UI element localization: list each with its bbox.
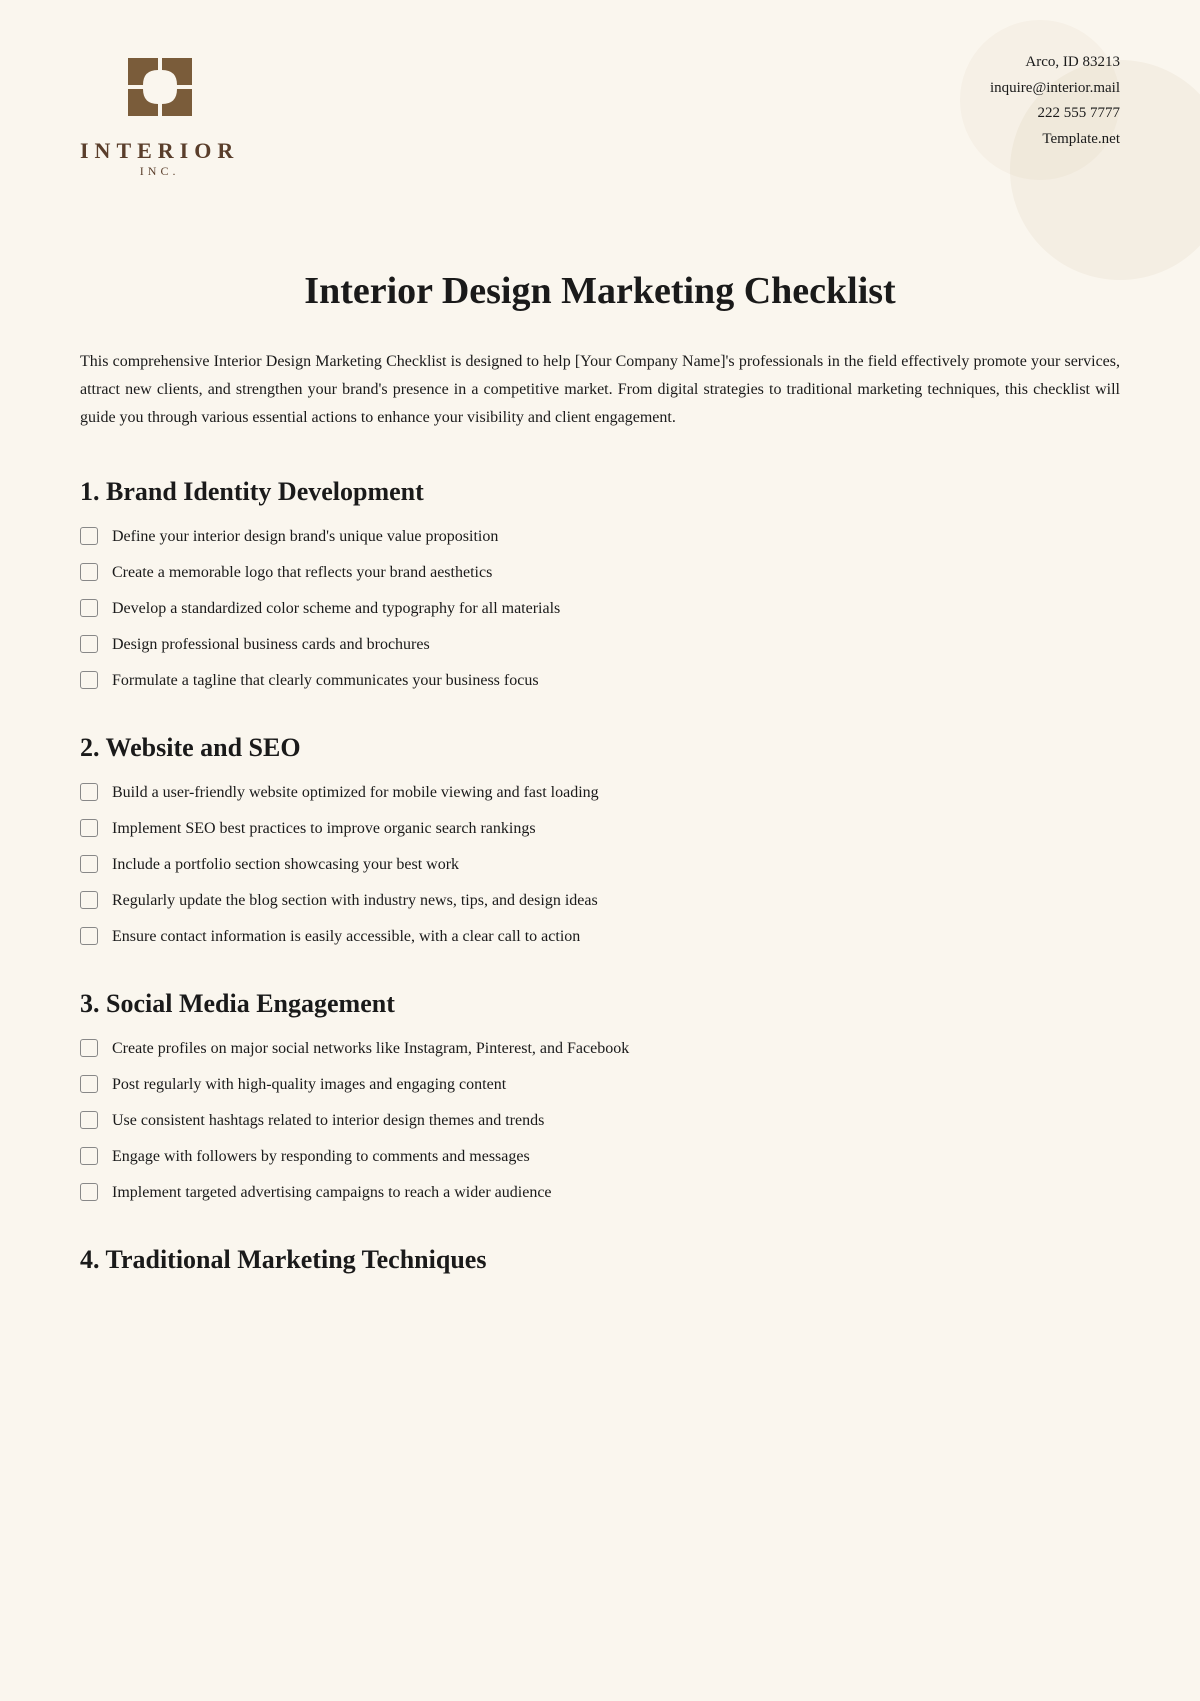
checklist-text: Design professional business cards and b… [112,633,430,657]
checklist-text: Create profiles on major social networks… [112,1037,629,1061]
section-2-title: 2. Website and SEO [80,733,1120,763]
list-item: Formulate a tagline that clearly communi… [80,669,1120,693]
checklist-text: Post regularly with high-quality images … [112,1073,506,1097]
section-3-title: 3. Social Media Engagement [80,989,1120,1019]
section-1-title: 1. Brand Identity Development [80,477,1120,507]
checkbox[interactable] [80,927,98,945]
list-item: Include a portfolio section showcasing y… [80,853,1120,877]
logo-area: INTERIOR INC. [80,50,239,179]
checkbox[interactable] [80,1039,98,1057]
section-traditional-marketing: 4. Traditional Marketing Techniques [80,1245,1120,1275]
checklist-text: Regularly update the blog section with i… [112,889,598,913]
checklist-text: Engage with followers by responding to c… [112,1145,530,1169]
checkbox[interactable] [80,891,98,909]
checklist-text: Define your interior design brand's uniq… [112,525,498,549]
list-item: Implement targeted advertising campaigns… [80,1181,1120,1205]
checklist-text: Implement SEO best practices to improve … [112,817,536,841]
page-title: Interior Design Marketing Checklist [80,269,1120,313]
checklist-brand-identity: Define your interior design brand's uniq… [80,525,1120,693]
checkbox[interactable] [80,1183,98,1201]
list-item: Use consistent hashtags related to inter… [80,1109,1120,1133]
list-item: Design professional business cards and b… [80,633,1120,657]
checklist-text: Use consistent hashtags related to inter… [112,1109,544,1133]
section-website-seo: 2. Website and SEO Build a user-friendly… [80,733,1120,949]
checkbox[interactable] [80,855,98,873]
checklist-text: Develop a standardized color scheme and … [112,597,560,621]
checklist-text: Ensure contact information is easily acc… [112,925,580,949]
logo-name: INTERIOR [80,138,239,164]
checkbox[interactable] [80,1111,98,1129]
logo-tagline: INC. [140,164,180,179]
checkbox[interactable] [80,527,98,545]
contact-website: Template.net [990,127,1120,153]
section-4-title: 4. Traditional Marketing Techniques [80,1245,1120,1275]
checkbox[interactable] [80,783,98,801]
checkbox[interactable] [80,635,98,653]
main-content: Interior Design Marketing Checklist This… [0,209,1200,1375]
list-item: Post regularly with high-quality images … [80,1073,1120,1097]
contact-email: inquire@interior.mail [990,76,1120,102]
checklist-social-media: Create profiles on major social networks… [80,1037,1120,1205]
list-item: Create profiles on major social networks… [80,1037,1120,1061]
checklist-text: Implement targeted advertising campaigns… [112,1181,552,1205]
checklist-website-seo: Build a user-friendly website optimized … [80,781,1120,949]
checklist-text: Build a user-friendly website optimized … [112,781,599,805]
checklist-text: Formulate a tagline that clearly communi… [112,669,539,693]
section-brand-identity: 1. Brand Identity Development Define you… [80,477,1120,693]
list-item: Implement SEO best practices to improve … [80,817,1120,841]
list-item: Build a user-friendly website optimized … [80,781,1120,805]
header: INTERIOR INC. Arco, ID 83213 inquire@int… [0,0,1200,209]
checkbox[interactable] [80,1147,98,1165]
contact-address: Arco, ID 83213 [990,50,1120,76]
list-item: Develop a standardized color scheme and … [80,597,1120,621]
contact-phone: 222 555 7777 [990,101,1120,127]
checklist-text: Create a memorable logo that reflects yo… [112,561,492,585]
list-item: Create a memorable logo that reflects yo… [80,561,1120,585]
list-item: Define your interior design brand's uniq… [80,525,1120,549]
checkbox[interactable] [80,1075,98,1093]
intro-text: This comprehensive Interior Design Marke… [80,348,1120,432]
logo-icon [120,50,200,130]
list-item: Regularly update the blog section with i… [80,889,1120,913]
checkbox[interactable] [80,599,98,617]
section-social-media: 3. Social Media Engagement Create profil… [80,989,1120,1205]
list-item: Engage with followers by responding to c… [80,1145,1120,1169]
checkbox[interactable] [80,671,98,689]
checkbox[interactable] [80,819,98,837]
contact-info: Arco, ID 83213 inquire@interior.mail 222… [990,50,1120,152]
checkbox[interactable] [80,563,98,581]
checklist-text: Include a portfolio section showcasing y… [112,853,459,877]
list-item: Ensure contact information is easily acc… [80,925,1120,949]
